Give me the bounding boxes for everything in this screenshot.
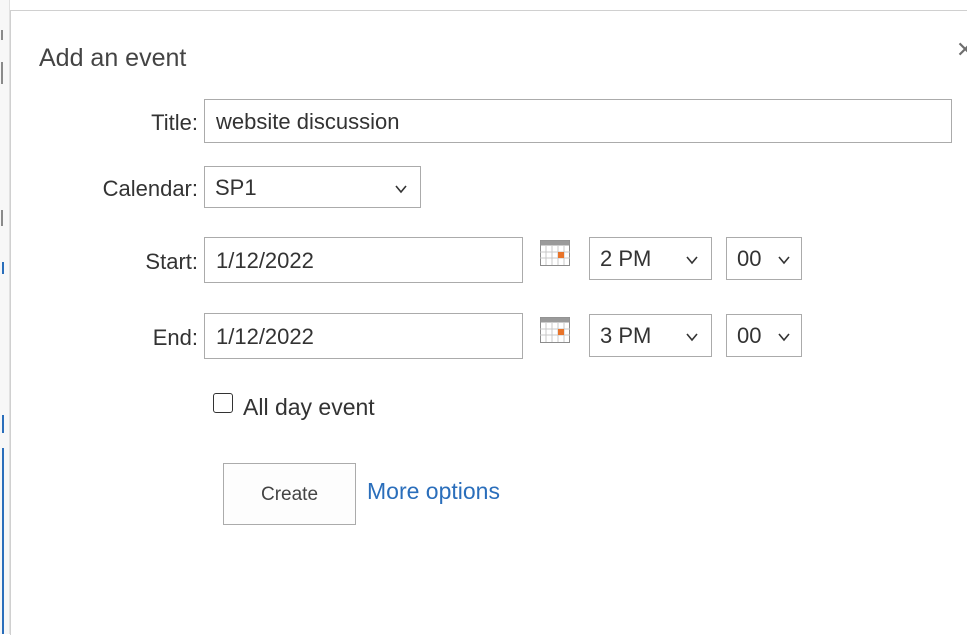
chevron-down-icon [778, 256, 790, 265]
end-hour-select[interactable]: 3 PM [589, 314, 712, 357]
create-button[interactable]: Create [223, 463, 356, 525]
calendar-icon[interactable] [540, 240, 570, 266]
background-link-fragment [2, 415, 4, 433]
start-hour-value: 2 PM [600, 246, 652, 271]
calendar-icon[interactable] [540, 317, 570, 343]
title-label: Title: [151, 110, 198, 135]
chevron-down-icon [395, 185, 407, 194]
chevron-down-icon [686, 333, 698, 342]
title-input[interactable]: website discussion [204, 99, 952, 143]
all-day-checkbox[interactable] [213, 393, 233, 413]
start-minute-value: 00 [737, 246, 762, 271]
calendar-label: Calendar: [102, 176, 198, 201]
end-hour-value: 3 PM [600, 323, 652, 348]
close-icon[interactable]: ✕ [956, 39, 967, 61]
calendar-select-value: SP1 [215, 175, 257, 200]
calendar-select[interactable]: SP1 [204, 166, 421, 208]
more-options-link[interactable]: More options [367, 478, 500, 505]
start-minute-select[interactable]: 00 [726, 237, 802, 280]
end-date-input[interactable]: 1/12/2022 [204, 313, 523, 359]
start-hour-select[interactable]: 2 PM [589, 237, 712, 280]
end-label: End: [152, 325, 198, 350]
background-link-fragment [2, 262, 4, 274]
dialog-title: Add an event [39, 44, 187, 72]
background-page-strip [0, 0, 10, 634]
background-glyph [1, 30, 3, 40]
background-link-fragment [2, 448, 4, 634]
background-glyph [1, 210, 3, 226]
end-minute-select[interactable]: 00 [726, 314, 802, 357]
start-date-input[interactable]: 1/12/2022 [204, 237, 523, 283]
chevron-down-icon [778, 333, 790, 342]
all-day-label[interactable]: All day event [243, 394, 375, 421]
start-label: Start: [145, 249, 198, 274]
background-glyph [1, 62, 3, 84]
chevron-down-icon [686, 256, 698, 265]
end-minute-value: 00 [737, 323, 762, 348]
